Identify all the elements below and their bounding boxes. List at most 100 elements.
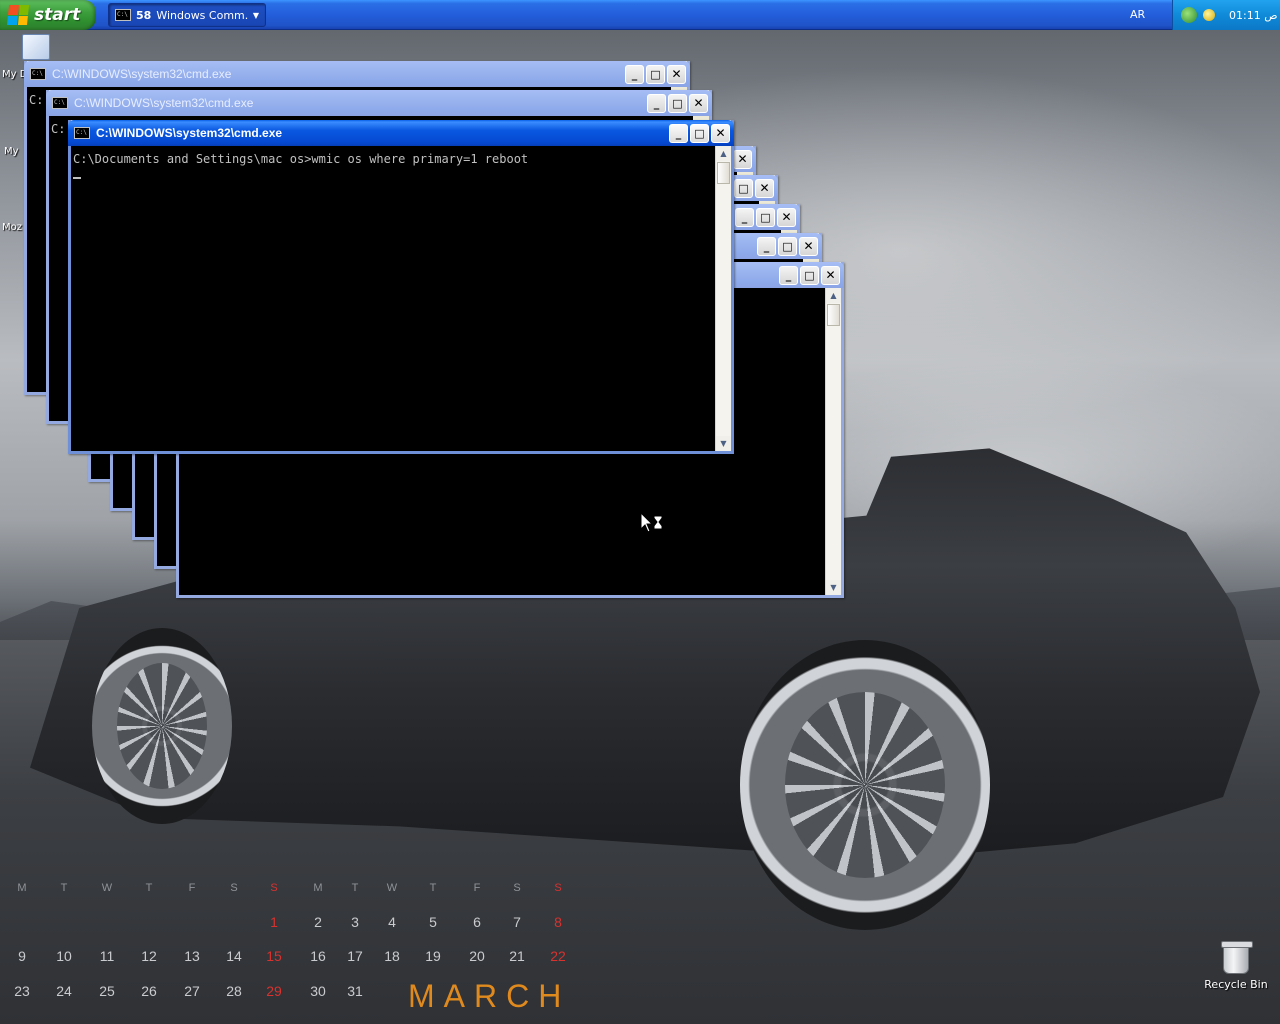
calendar-day: 3 — [351, 914, 359, 930]
calendar-day: 20 — [469, 948, 485, 964]
maximize-button[interactable]: □ — [756, 207, 775, 227]
title-bar[interactable]: C:\ C:\WINDOWS\system32\cmd.exe _ □ ✕ — [24, 61, 690, 87]
calendar-day: 16 — [310, 948, 326, 964]
wallpaper-front-wheel — [92, 628, 232, 824]
console-command: C:\Documents and Settings\mac os>wmic os… — [73, 152, 529, 166]
calendar-weekday-header: S — [230, 882, 238, 894]
windows-logo-icon — [6, 5, 30, 25]
maximize-button[interactable]: □ — [734, 178, 753, 198]
minimize-button[interactable]: _ — [669, 123, 688, 143]
calendar-day: 31 — [347, 983, 363, 999]
maximize-button[interactable]: □ — [690, 123, 709, 143]
busy-pointer-icon — [640, 512, 663, 533]
clock-suffix: ص — [1264, 8, 1278, 22]
cmd-icon: C:\ — [30, 68, 46, 80]
calendar-day: 6 — [473, 914, 481, 930]
wallpaper-rear-wheel — [740, 640, 990, 930]
console-text: C: — [29, 93, 44, 107]
vertical-scrollbar[interactable]: ▲ ▼ — [715, 146, 731, 451]
calendar-day: 12 — [141, 948, 157, 964]
close-button[interactable]: ✕ — [667, 64, 686, 84]
security-alert-icon[interactable] — [1203, 9, 1215, 21]
text-cursor — [73, 177, 81, 179]
calendar-weekday-header: S — [270, 882, 278, 894]
calendar-month: MARCH — [408, 978, 571, 1014]
scroll-up-icon[interactable]: ▲ — [826, 288, 841, 303]
calendar-day: 26 — [141, 983, 157, 999]
desktop-icon-label-3[interactable]: Moz — [2, 222, 22, 233]
close-button[interactable]: ✕ — [689, 93, 708, 113]
calendar-day: 9 — [18, 948, 26, 964]
title-bar[interactable]: C:\ C:\WINDOWS\system32\cmd.exe _ □ ✕ — [68, 120, 734, 146]
desktop-icon-label-2[interactable]: My — [4, 146, 19, 157]
close-button[interactable]: ✕ — [711, 123, 730, 143]
minimize-button[interactable]: _ — [779, 265, 798, 285]
calendar-day: 17 — [347, 948, 363, 964]
scroll-thumb[interactable] — [827, 304, 840, 326]
window-title: C:\WINDOWS\system32\cmd.exe — [74, 96, 254, 110]
system-tray: 01:11 ص — [1172, 0, 1280, 30]
start-button[interactable]: start — [0, 0, 96, 30]
calendar-weekday-header: M — [17, 882, 27, 894]
calendar-day: 15 — [266, 948, 282, 964]
calendar-weekday-header: F — [473, 882, 481, 894]
calendar-day: 28 — [226, 983, 242, 999]
console-text: C: — [51, 122, 66, 136]
cmd-icon: C:\ — [52, 97, 68, 109]
minimize-button[interactable]: _ — [757, 236, 776, 256]
calendar-day: 23 — [14, 983, 30, 999]
calendar-day: 1 — [270, 914, 278, 930]
clock[interactable]: 01:11 ص — [1229, 9, 1278, 22]
taskbar-group-label: Windows Comm... — [156, 8, 248, 22]
cmd-window-active[interactable]: C:\ C:\WINDOWS\system32\cmd.exe _ □ ✕ C:… — [68, 120, 734, 454]
maximize-button[interactable]: □ — [668, 93, 687, 113]
recycle-bin-icon — [1221, 941, 1253, 974]
taskbar-group-count: 58 — [136, 8, 152, 22]
taskbar-group-button[interactable]: C:\ 58 Windows Comm... ▼ — [108, 3, 266, 27]
calendar-day: 18 — [384, 948, 400, 964]
calendar-day: 21 — [509, 948, 525, 964]
console-area[interactable]: C:\Documents and Settings\mac os>wmic os… — [71, 146, 715, 451]
dropdown-arrow-icon: ▼ — [252, 10, 259, 20]
calendar-day: 19 — [425, 948, 441, 964]
calendar-day: 13 — [184, 948, 200, 964]
language-indicator[interactable]: AR — [1130, 8, 1145, 21]
recycle-bin[interactable]: Recycle Bin — [1204, 941, 1268, 991]
network-icon[interactable] — [1181, 7, 1197, 23]
clock-time: 01:11 — [1229, 8, 1261, 22]
close-button[interactable]: ✕ — [777, 207, 796, 227]
scroll-down-icon[interactable]: ▼ — [716, 436, 731, 451]
cmd-icon: C:\ — [115, 9, 131, 21]
calendar-weekday-header: T — [145, 882, 153, 894]
title-bar[interactable]: C:\ C:\WINDOWS\system32\cmd.exe _ □ ✕ — [46, 90, 712, 116]
calendar-day: 25 — [99, 983, 115, 999]
calendar-day: 24 — [56, 983, 72, 999]
minimize-button[interactable]: _ — [735, 207, 754, 227]
close-button[interactable]: ✕ — [755, 178, 774, 198]
calendar-day: 14 — [226, 948, 242, 964]
close-button[interactable]: ✕ — [799, 236, 818, 256]
scroll-up-icon[interactable]: ▲ — [716, 146, 731, 161]
taskbar: start C:\ 58 Windows Comm... ▼ AR 01:11 … — [0, 0, 1280, 30]
window-title: C:\WINDOWS\system32\cmd.exe — [52, 67, 232, 81]
close-button[interactable]: ✕ — [733, 149, 752, 169]
window-title: C:\WINDOWS\system32\cmd.exe — [96, 126, 283, 140]
calendar-day: 7 — [513, 914, 521, 930]
desktop-document-icon[interactable] — [22, 34, 50, 60]
calendar-day: 5 — [429, 914, 437, 930]
minimize-button[interactable]: _ — [625, 64, 644, 84]
calendar-weekday-header: W — [101, 882, 113, 894]
scroll-down-icon[interactable]: ▼ — [826, 580, 841, 595]
minimize-button[interactable]: _ — [647, 93, 666, 113]
calendar-weekday-header: W — [386, 882, 398, 894]
vertical-scrollbar[interactable]: ▲ ▼ — [825, 288, 841, 595]
close-button[interactable]: ✕ — [821, 265, 840, 285]
calendar-day: 2 — [314, 914, 322, 930]
maximize-button[interactable]: □ — [778, 236, 797, 256]
cmd-icon: C:\ — [74, 127, 90, 139]
calendar-weekday-header: T — [351, 882, 359, 894]
scroll-thumb[interactable] — [717, 162, 730, 184]
maximize-button[interactable]: □ — [800, 265, 819, 285]
maximize-button[interactable]: □ — [646, 64, 665, 84]
calendar-weekday-header: S — [554, 882, 562, 894]
